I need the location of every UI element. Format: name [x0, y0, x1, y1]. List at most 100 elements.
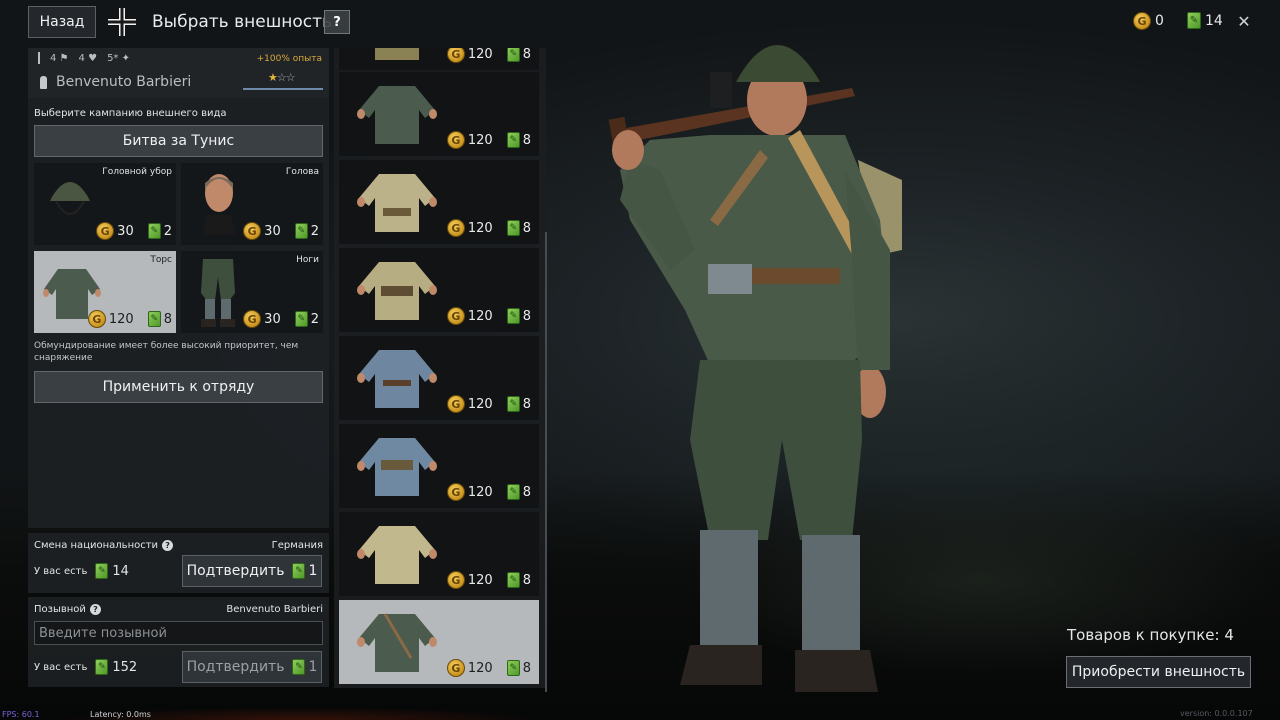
list-item[interactable]: G 120 ✎ 8: [339, 248, 539, 332]
nationality-value: Германия: [271, 540, 323, 551]
callsign-balance: У вас есть ✎ 152: [34, 659, 138, 675]
item-price: G 120 ✎ 8: [446, 48, 531, 63]
confirm-nationality-button[interactable]: Подтвердить ✎ 1: [182, 555, 322, 587]
soldier-card[interactable]: 4 ⚑ 4 ♥ 5* ✦ +100% опыта Benvenuto Barbi…: [28, 48, 329, 98]
item-price: G 120 ✎ 8: [446, 131, 531, 149]
campaign-label: Выберите кампанию внешнего вида: [34, 108, 227, 119]
gold-coin-icon: G: [446, 131, 465, 149]
rank-bar-icon: [38, 52, 40, 64]
ticket-icon: ✎: [95, 563, 109, 579]
slot-head[interactable]: Голова G 30 ✎ 2: [181, 163, 323, 245]
nationality-panel: Смена национальности ? Германия У вас ес…: [28, 533, 329, 593]
slot-price: G 30 ✎ 2: [243, 310, 319, 328]
list-item[interactable]: G 120 ✎ 8: [339, 512, 539, 596]
callsign-panel: Позывной ? Benvenuto Barbieri У вас есть…: [28, 597, 329, 687]
callsign-input[interactable]: [34, 621, 323, 645]
gold-coin-icon: G: [446, 48, 465, 63]
ticket-amount: 14: [1205, 12, 1223, 29]
xp-bonus: +100% опыта: [256, 54, 322, 64]
item-list-scrollbar[interactable]: [545, 232, 547, 692]
confirm-callsign-button[interactable]: Подтвердить ✎ 1: [182, 651, 322, 683]
ticket-balance: ✎ 14: [1187, 12, 1223, 29]
stat-stamina: 4 ⚑: [50, 52, 69, 64]
legs-icon: [201, 259, 235, 327]
head-portrait-icon: [203, 174, 235, 235]
soldier-model[interactable]: [590, 20, 910, 720]
gold-amount: 0: [1155, 13, 1164, 29]
list-item[interactable]: G 120 ✎ 8: [339, 48, 539, 70]
ticket-icon: ✎: [147, 223, 161, 239]
helmet-icon: [50, 182, 90, 215]
level-progress: [243, 88, 323, 90]
ticket-icon: ✎: [506, 660, 520, 676]
slot-label: Торс: [150, 255, 172, 265]
nation-cross-icon: [108, 8, 136, 36]
item-price: G 120 ✎ 8: [446, 571, 531, 589]
ticket-icon: ✎: [506, 396, 520, 412]
gold-coin-icon: G: [243, 310, 262, 328]
gold-coin-icon: G: [446, 219, 465, 237]
uniform-icon: [357, 613, 437, 672]
ticket-icon: ✎: [506, 484, 520, 500]
gold-coin-icon: G: [96, 222, 115, 240]
page-title: Выбрать внешность: [152, 12, 333, 32]
ticket-icon: ✎: [292, 563, 306, 579]
close-icon[interactable]: ✕: [1236, 12, 1252, 31]
list-item[interactable]: G 120 ✎ 8: [339, 424, 539, 508]
gold-coin-icon: G: [446, 483, 465, 501]
uniform-icon: [357, 350, 437, 408]
priority-note: Обмундирование имеет более высокий приор…: [34, 341, 299, 363]
ticket-icon: ✎: [292, 659, 306, 675]
gold-coin-icon: G: [446, 571, 465, 589]
list-item[interactable]: G 120 ✎ 8: [339, 336, 539, 420]
list-item-selected[interactable]: G 120 ✎ 8: [339, 600, 539, 684]
item-price: G 120 ✎ 8: [446, 395, 531, 413]
list-item[interactable]: G 120 ✎ 8: [339, 160, 539, 244]
help-icon[interactable]: ?: [162, 540, 174, 551]
stat-skill: 5* ✦: [107, 52, 130, 64]
soldier-icon: [40, 76, 47, 89]
item-price: G 120 ✎ 8: [446, 307, 531, 325]
slot-legs[interactable]: Ноги G 30 ✎ 2: [181, 251, 323, 333]
slot-price: G 30 ✎ 2: [243, 222, 319, 240]
gold-coin-icon: G: [243, 222, 262, 240]
uniform-icon: [357, 174, 437, 232]
gold-coin-icon: G: [446, 307, 465, 325]
list-item[interactable]: G 120 ✎ 8: [339, 72, 539, 156]
slot-label: Головной убор: [102, 167, 172, 177]
item-price: G 120 ✎ 8: [446, 659, 531, 677]
apply-to-squad-button[interactable]: Применить к отряду: [34, 371, 323, 403]
latency-readout: Latency: 0.0ms: [90, 710, 151, 719]
help-button[interactable]: ?: [324, 10, 350, 34]
ticket-icon: ✎: [147, 311, 161, 327]
gold-balance: G 0: [1133, 12, 1164, 30]
gold-coin-icon: G: [1133, 12, 1151, 30]
callsign-value: Benvenuto Barbieri: [226, 604, 323, 615]
ticket-icon: ✎: [506, 132, 520, 148]
gold-coin-icon: G: [446, 395, 465, 413]
ticket-icon: ✎: [1187, 12, 1201, 29]
ticket-icon: ✎: [506, 48, 520, 62]
fps-counter: FPS: 60.1: [2, 710, 40, 719]
slot-price: G 120 ✎ 8: [87, 310, 172, 328]
item-price: G 120 ✎ 8: [446, 483, 531, 501]
help-icon[interactable]: ?: [89, 604, 101, 615]
appearance-panel: 4 ⚑ 4 ♥ 5* ✦ +100% опыта Benvenuto Barbi…: [28, 48, 329, 528]
version-label: version: 0.0.0.107: [1180, 709, 1253, 718]
purchase-appearance-button[interactable]: Приобрести внешность: [1066, 656, 1251, 688]
slot-price: G 30 ✎ 2: [96, 222, 172, 240]
campaign-select[interactable]: Битва за Тунис: [34, 125, 323, 157]
slot-torso[interactable]: Торс G 120 ✎ 8: [34, 251, 176, 333]
uniform-icon: [357, 86, 437, 144]
soldier-name: Benvenuto Barbieri: [56, 74, 192, 90]
slot-headgear[interactable]: Головной убор G 30 ✎ 2: [34, 163, 176, 245]
back-button[interactable]: Назад: [28, 6, 96, 38]
gold-coin-icon: G: [446, 659, 465, 677]
uniform-icon: [357, 526, 437, 584]
items-to-buy-count: Товаров к покупке: 4: [1067, 626, 1234, 644]
ticket-icon: ✎: [95, 659, 109, 675]
uniform-icon: [357, 438, 437, 496]
ticket-icon: ✎: [506, 220, 520, 236]
stat-health: 4 ♥: [78, 52, 98, 64]
torso-item-list[interactable]: G 120 ✎ 8 G 120 ✎ 8 G 120 ✎ 8 G 120 ✎ 8: [334, 48, 546, 688]
